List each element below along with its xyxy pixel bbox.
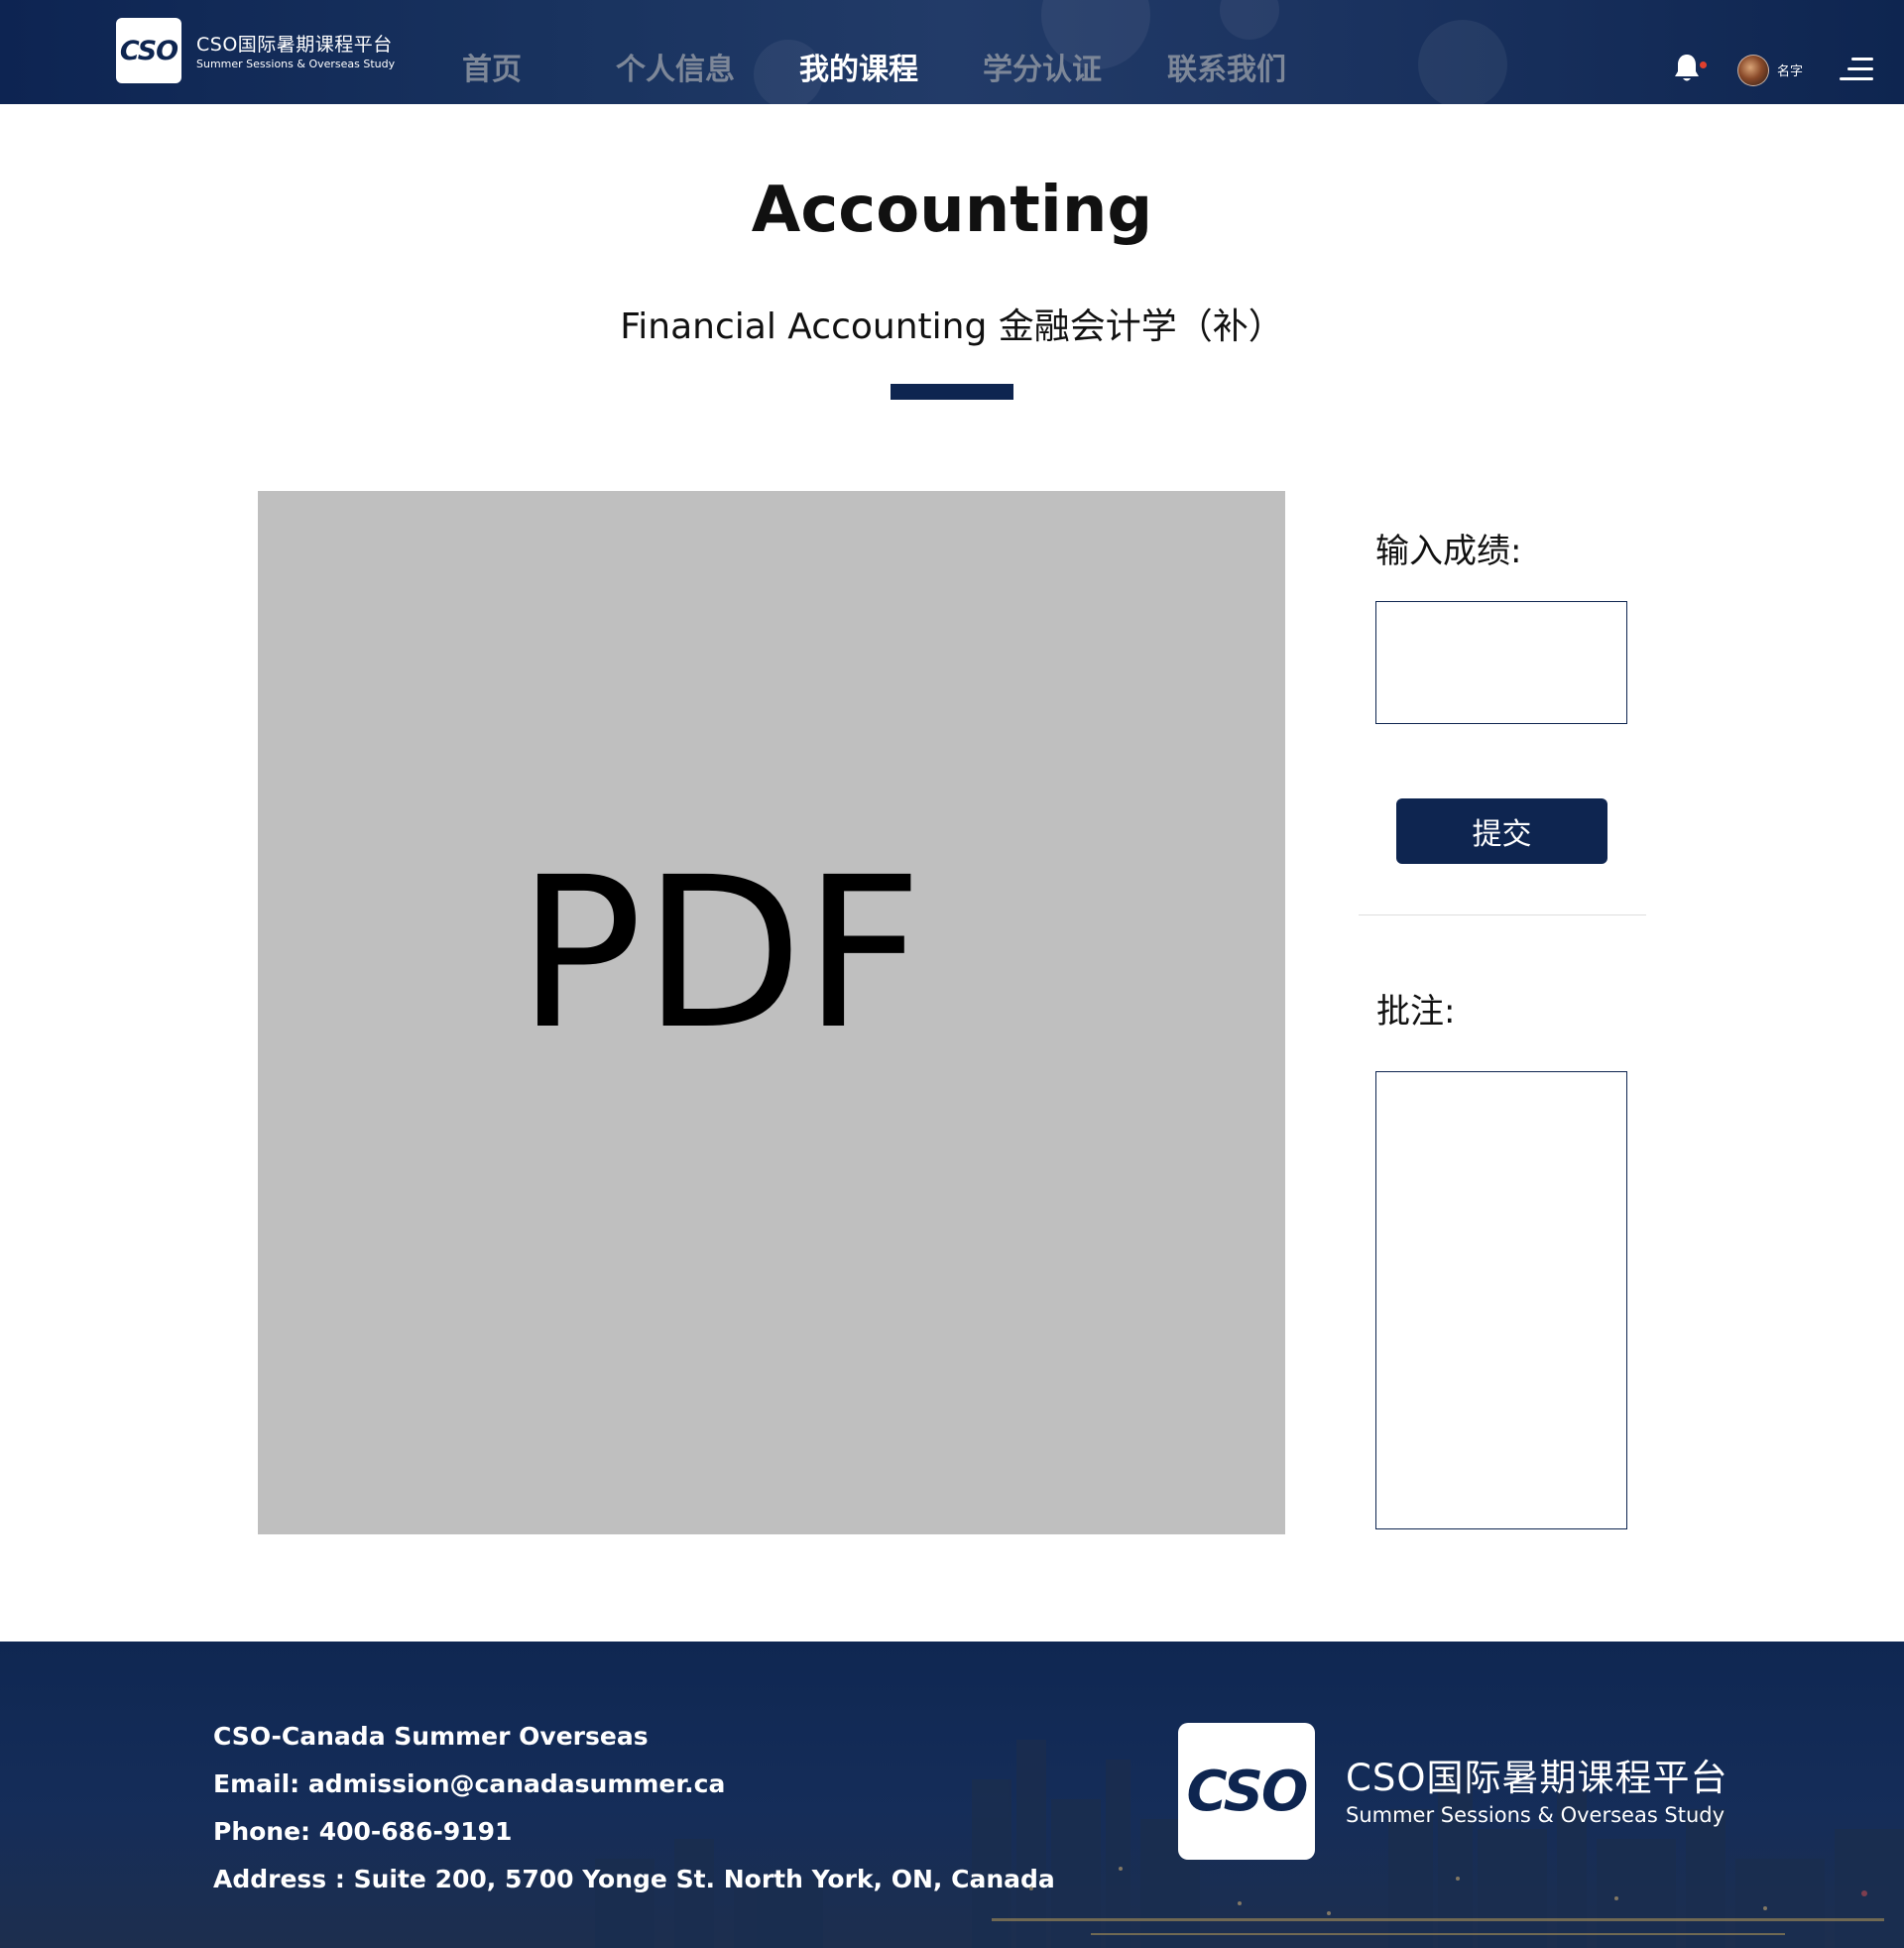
footer-contact-info: CSO-Canada Summer Overseas Email: admiss… xyxy=(213,1713,1055,1903)
user-name[interactable]: 名字 xyxy=(1777,61,1803,79)
brand-name-cn: CSO国际暑期课程平台 xyxy=(196,34,393,56)
footer-phone[interactable]: Phone: 400-686-9191 xyxy=(213,1808,1055,1856)
menu-icon[interactable] xyxy=(1840,58,1873,81)
avatar[interactable] xyxy=(1737,55,1769,86)
footer-brand-name: CSO国际暑期课程平台 Summer Sessions & Overseas S… xyxy=(1346,1759,1727,1828)
footer-address: Address : Suite 200, 5700 Yonge St. Nort… xyxy=(213,1865,1055,1893)
pdf-viewer[interactable]: PDF xyxy=(258,491,1285,1534)
brand-name: CSO国际暑期课程平台 Summer Sessions & Overseas S… xyxy=(196,35,395,71)
comment-label: 批注: xyxy=(1376,992,1456,1032)
title-underline xyxy=(891,384,1013,400)
header-decoration xyxy=(1220,0,1279,40)
footer-logo: CSO xyxy=(1178,1723,1315,1860)
notification-dot xyxy=(1700,61,1707,68)
footer-company: CSO-Canada Summer Overseas xyxy=(213,1722,649,1751)
footer-brand-name-en: Summer Sessions & Overseas Study xyxy=(1346,1803,1726,1827)
footer: CSO-Canada Summer Overseas Email: admiss… xyxy=(0,1642,1904,1948)
brand-name-en: Summer Sessions & Overseas Study xyxy=(196,58,396,70)
bell-icon[interactable] xyxy=(1672,52,1702,83)
footer-brand-name-cn: CSO国际暑期课程平台 xyxy=(1346,1757,1728,1799)
nav-item-contact-us[interactable]: 联系我们 xyxy=(1167,45,1286,88)
footer-logo-mark: CSO xyxy=(1186,1759,1308,1824)
grade-input[interactable] xyxy=(1375,601,1627,724)
panel-divider xyxy=(1359,914,1646,915)
comment-textarea[interactable] xyxy=(1375,1071,1627,1529)
top-navbar: CSO CSO国际暑期课程平台 Summer Sessions & Overse… xyxy=(0,0,1904,104)
page-title: Accounting xyxy=(751,174,1153,247)
grade-label: 输入成绩: xyxy=(1375,532,1522,571)
nav-item-credit-certification[interactable]: 学分认证 xyxy=(983,45,1102,88)
nav-item-profile[interactable]: 个人信息 xyxy=(616,45,735,88)
page-subtitle: Financial Accounting 金融会计学（补） xyxy=(620,306,1284,347)
logo[interactable]: CSO xyxy=(116,18,181,83)
footer-email[interactable]: Email: admission@canadasummer.ca xyxy=(213,1761,1055,1808)
logo-mark: CSO xyxy=(119,35,178,66)
pdf-placeholder-label: PDF xyxy=(517,832,923,1075)
header-decoration xyxy=(1418,20,1507,104)
nav-item-my-courses[interactable]: 我的课程 xyxy=(799,45,918,88)
nav-item-home[interactable]: 首页 xyxy=(462,45,522,88)
submit-button[interactable]: 提交 xyxy=(1396,798,1607,864)
